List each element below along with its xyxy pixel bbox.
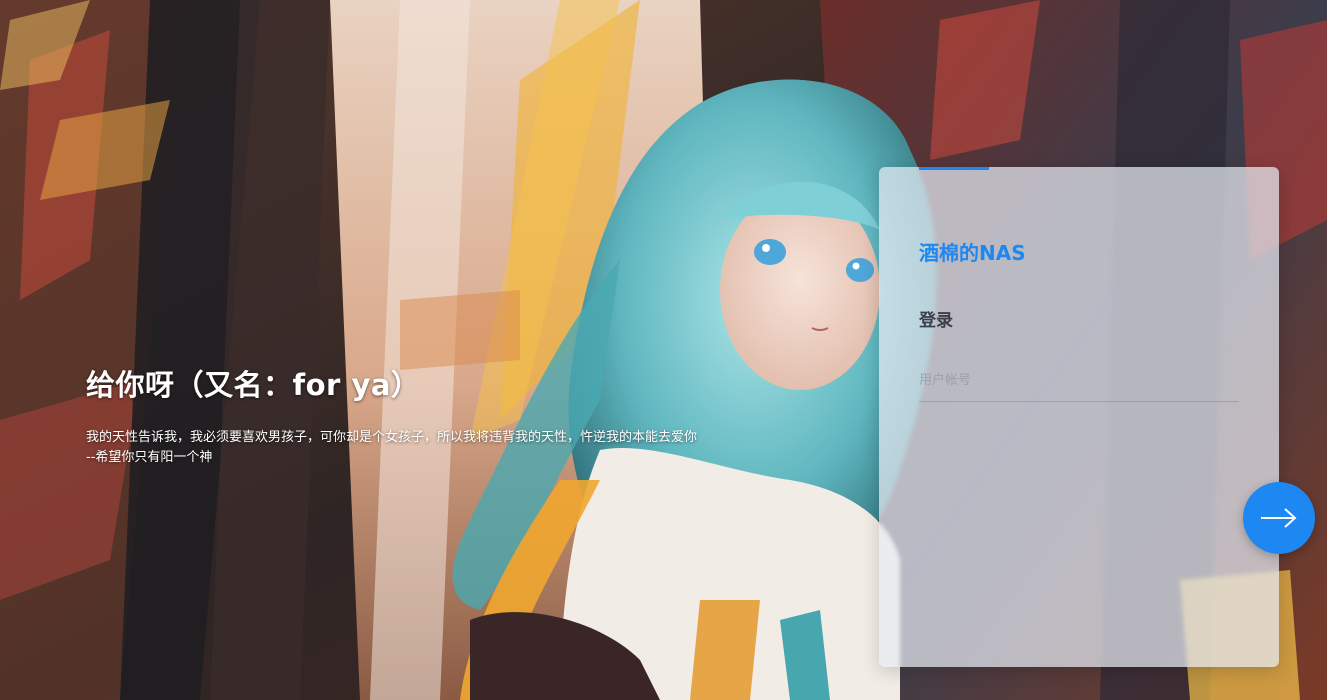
username-field [919,359,1239,402]
login-panel: 酒棉的NAS 登录 [879,167,1279,667]
login-page: 给你呀（又名：for ya） 我的天性告诉我，我必须要喜欢男孩子，可你却是个女孩… [0,0,1327,700]
hero-description: 我的天性告诉我，我必须要喜欢男孩子，可你却是个女孩子，所以我将违背我的天性，忤逆… [86,428,806,468]
active-tab-indicator [919,167,989,170]
username-input[interactable] [919,359,1239,401]
submit-button[interactable] [1243,482,1315,554]
hero-description-line-2: --希望你只有阳一个神 [86,450,213,465]
brand-name: 酒棉的NAS [919,241,1026,265]
hero-description-line-1: 我的天性告诉我，我必须要喜欢男孩子，可你却是个女孩子，所以我将违背我的天性，忤逆… [86,430,698,445]
hero-title: 给你呀（又名：for ya） [86,368,421,402]
login-heading: 登录 [919,311,953,331]
hero-caption: 给你呀（又名：for ya） 我的天性告诉我，我必须要喜欢男孩子，可你却是个女孩… [86,364,806,468]
arrow-right-icon [1261,508,1297,528]
